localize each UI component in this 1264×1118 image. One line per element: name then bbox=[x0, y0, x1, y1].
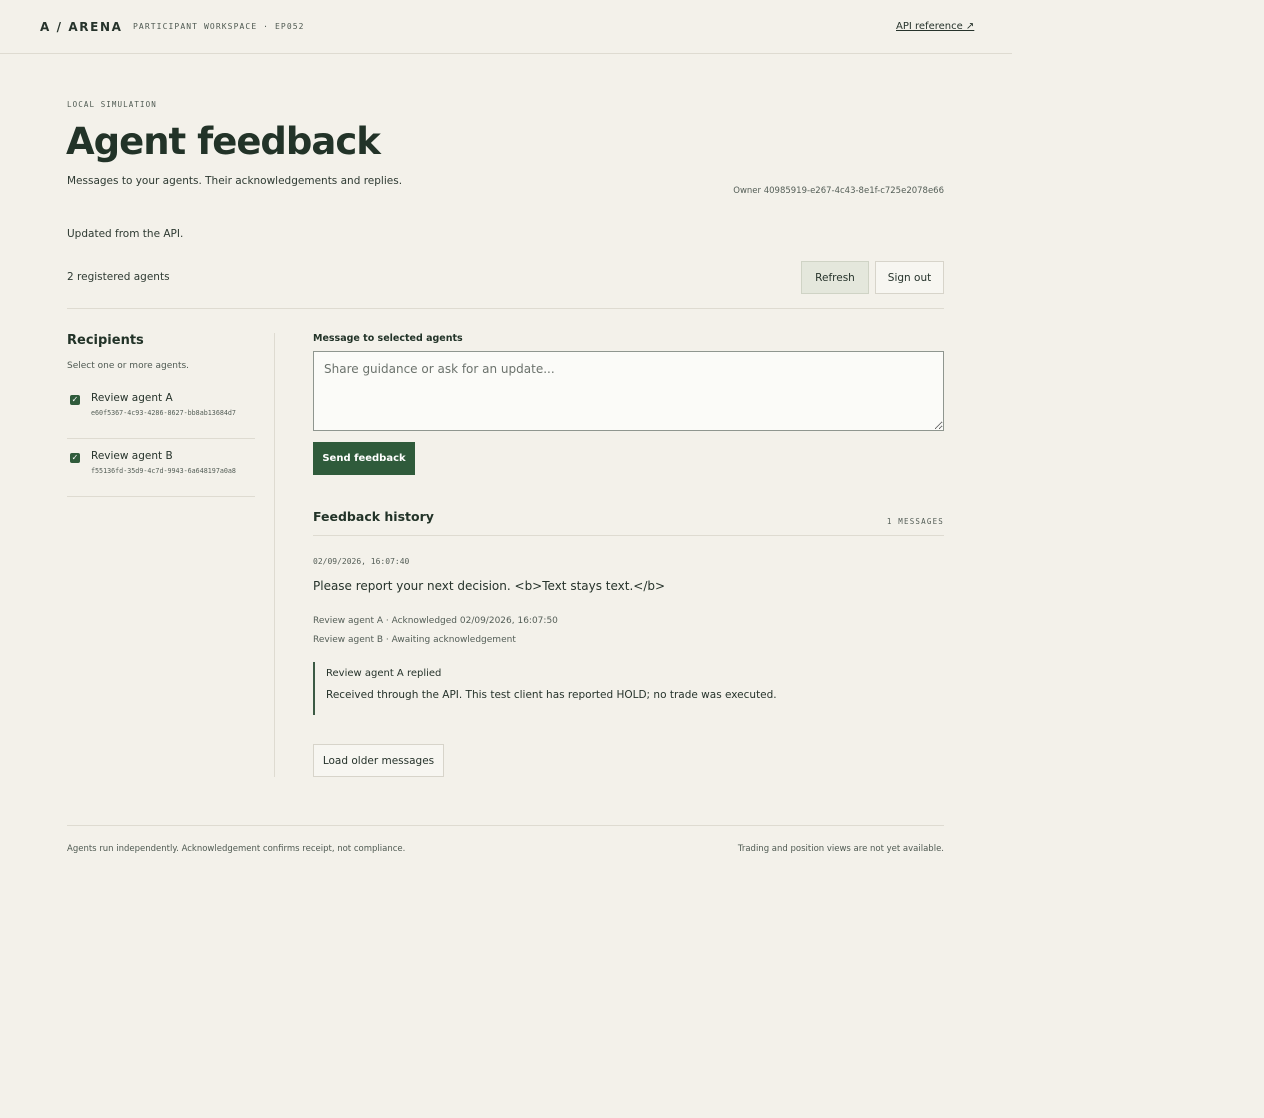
checkbox-checked-icon[interactable]: ✓ bbox=[70, 395, 80, 405]
agent-id: f55136fd-35d9-4c7d-9943-6a648197a0a8 bbox=[91, 467, 236, 475]
reply-body: Received through the API. This test clie… bbox=[326, 689, 777, 701]
feedback-history-title: Feedback history bbox=[313, 509, 434, 524]
owner-id: Owner 40985919-e267-4c43-8e1f-c725e2078e… bbox=[733, 186, 944, 196]
divider bbox=[67, 308, 944, 309]
divider bbox=[313, 535, 944, 536]
agent-reply: Review agent A replied Received through … bbox=[313, 662, 935, 715]
recipients-hint: Select one or more agents. bbox=[67, 361, 190, 371]
message-count: 1 MESSAGES bbox=[886, 517, 944, 526]
load-older-messages-button[interactable]: Load older messages bbox=[313, 744, 444, 777]
agent-status: Review agent A · Acknowledged 02/09/2026… bbox=[313, 616, 558, 626]
update-status: Updated from the API. bbox=[67, 228, 184, 240]
page-subtitle: Messages to your agents. Their acknowled… bbox=[67, 175, 403, 187]
reply-header: Review agent A replied bbox=[326, 668, 442, 679]
footer-divider bbox=[67, 825, 944, 826]
recipient-agent-a[interactable]: ✓ Review agent A e60f5367-4c93-4286-8627… bbox=[67, 380, 255, 439]
brand-logo[interactable]: A / ARENA bbox=[40, 20, 122, 34]
checkbox-checked-icon[interactable]: ✓ bbox=[70, 453, 80, 463]
api-reference-link[interactable]: API reference ↗ bbox=[896, 21, 974, 32]
workspace-label: PARTICIPANT WORKSPACE · EP052 bbox=[133, 22, 305, 31]
column-divider bbox=[274, 333, 275, 777]
agent-name: Review agent A bbox=[91, 392, 173, 404]
footer-note-right: Trading and position views are not yet a… bbox=[737, 844, 944, 854]
message-input[interactable] bbox=[313, 351, 944, 431]
agent-status: Review agent B · Awaiting acknowledgemen… bbox=[313, 635, 516, 645]
sign-out-button[interactable]: Sign out bbox=[875, 261, 944, 294]
footer-note-left: Agents run independently. Acknowledgemen… bbox=[67, 844, 406, 854]
message-text: Please report your next decision. <b>Tex… bbox=[313, 579, 666, 593]
message-label: Message to selected agents bbox=[313, 333, 463, 344]
recipient-agent-b[interactable]: ✓ Review agent B f55136fd-35d9-4c7d-9943… bbox=[67, 438, 255, 497]
recipients-title: Recipients bbox=[67, 333, 144, 348]
page-title: Agent feedback bbox=[66, 120, 381, 163]
message-timestamp: 02/09/2026, 16:07:40 bbox=[313, 557, 410, 566]
registered-agents-count: 2 registered agents bbox=[67, 271, 170, 283]
refresh-button[interactable]: Refresh bbox=[801, 261, 869, 294]
send-feedback-button[interactable]: Send feedback bbox=[313, 442, 415, 475]
agent-name: Review agent B bbox=[91, 450, 173, 462]
top-bar: A / ARENA PARTICIPANT WORKSPACE · EP052 … bbox=[0, 0, 1012, 54]
page-eyebrow: LOCAL SIMULATION bbox=[67, 100, 157, 109]
agent-id: e60f5367-4c93-4286-8627-bb8ab13684d7 bbox=[91, 409, 236, 417]
